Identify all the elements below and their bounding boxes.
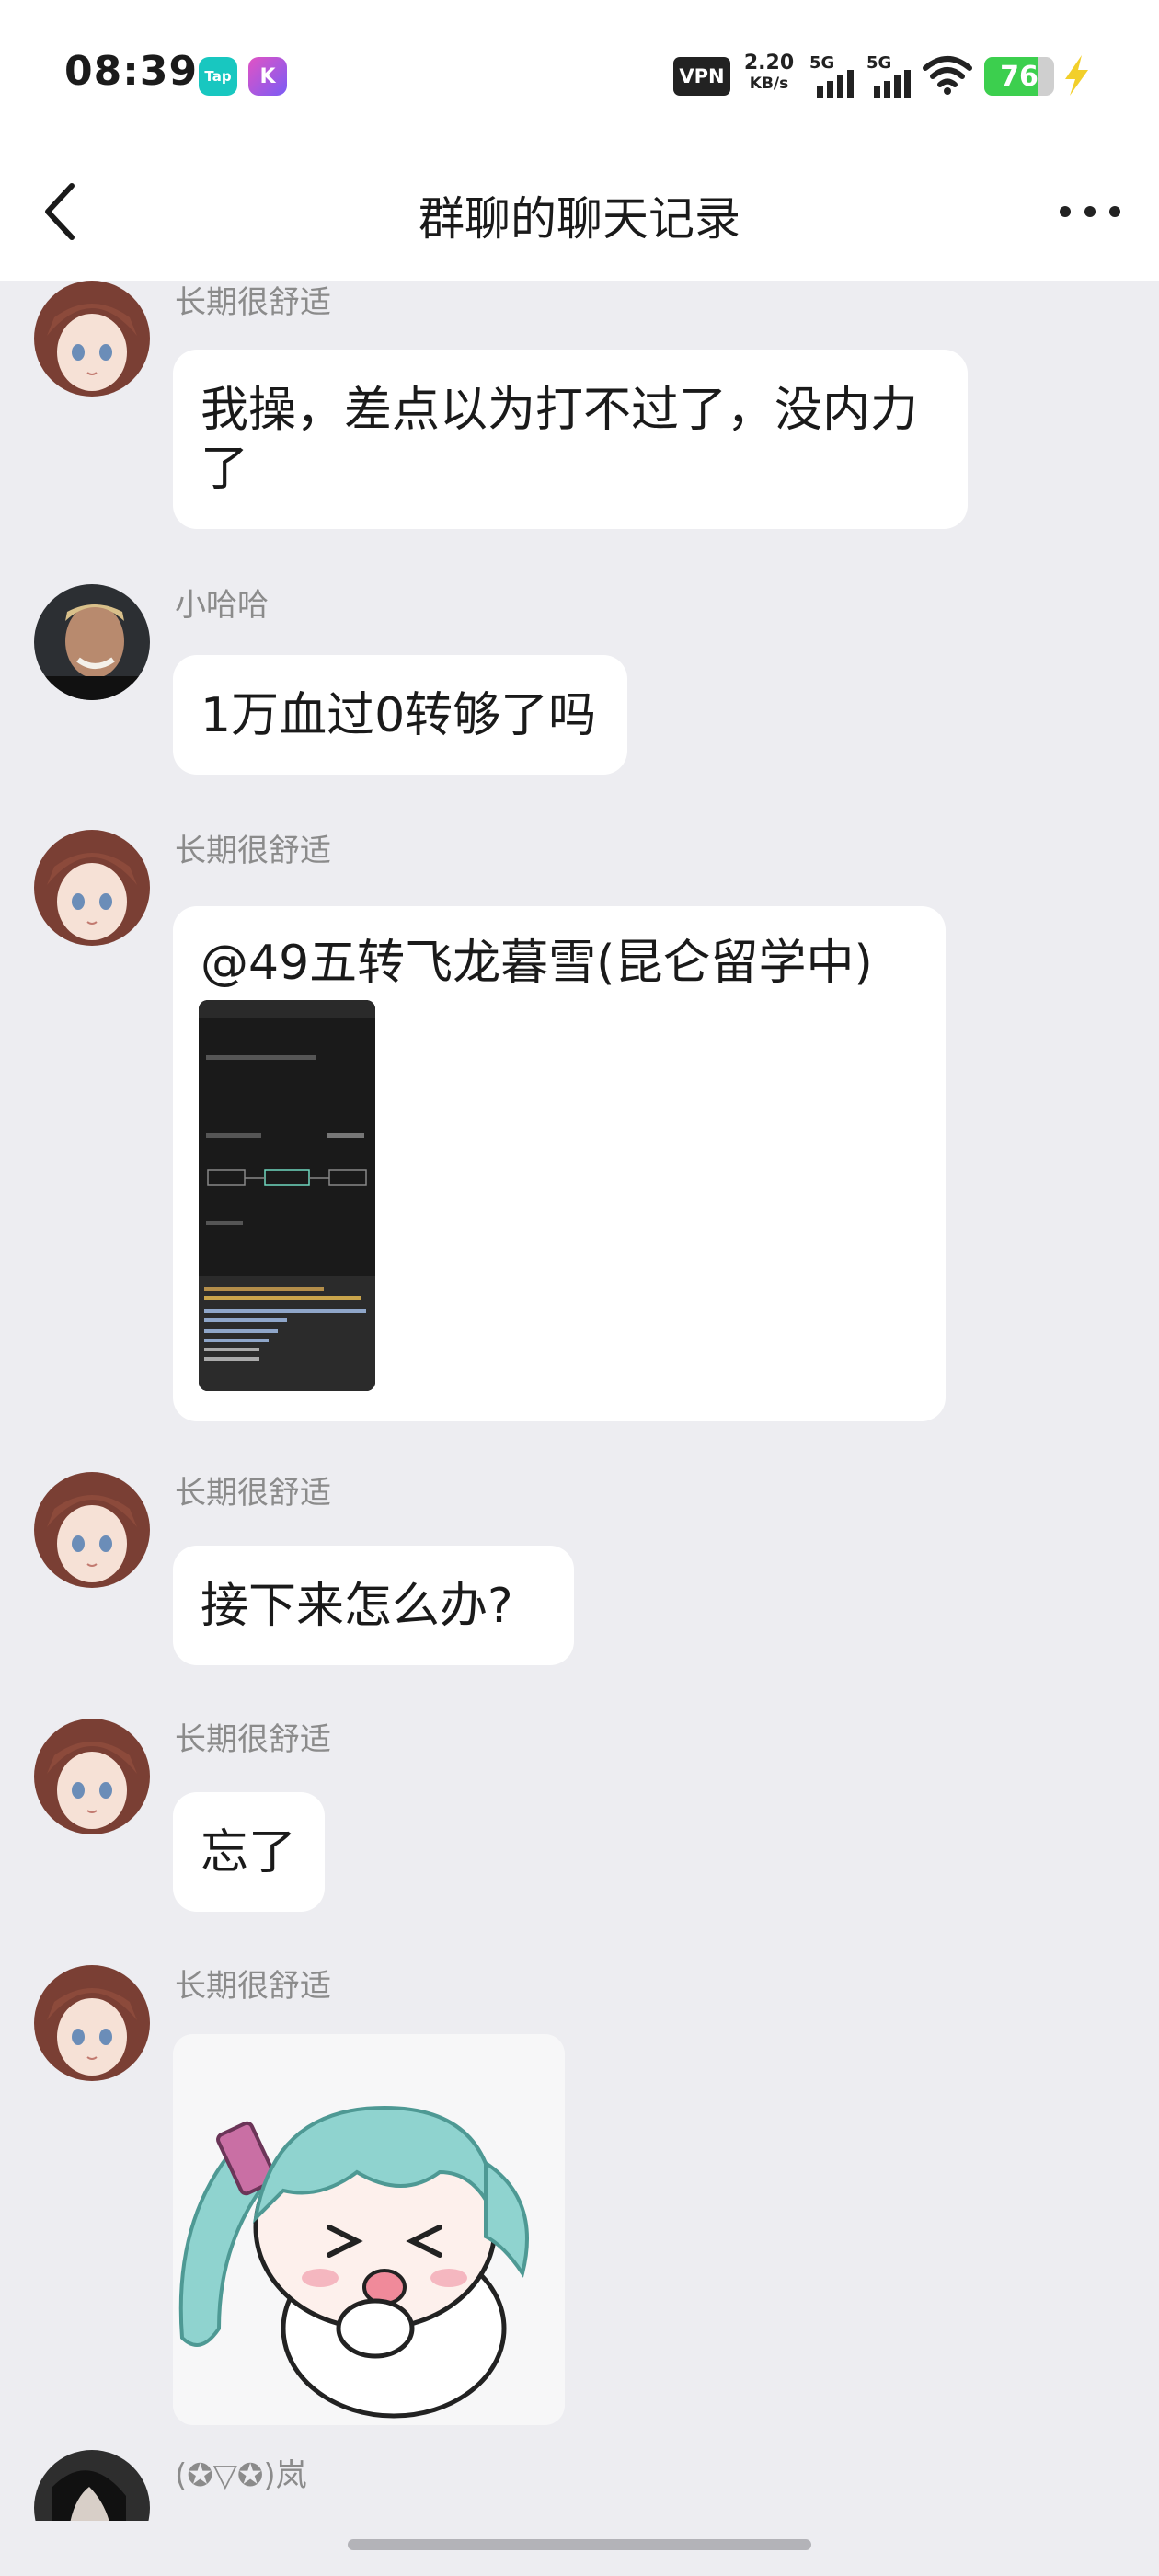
anime-sticker-teal-hair-icon [173,2034,565,2425]
avatar[interactable] [34,1472,150,1588]
avatar[interactable] [34,584,150,700]
taptap-icon: Tap [199,57,237,96]
avatar[interactable] [34,1719,150,1834]
avatar[interactable] [34,2450,150,2521]
avatar-anime-girl-icon [34,1965,150,2081]
message-bubble[interactable]: 我操，差点以为打不过了，没内力了 [173,350,968,529]
avatar[interactable] [34,281,150,397]
avatar-anime-girl-icon [34,830,150,946]
message-bubble[interactable]: 接下来怎么办? [173,1546,574,1665]
vpn-badge: VPN [673,57,730,96]
battery-level: 76 [1000,60,1039,93]
nav-bar: 群聊的聊天记录 [0,147,1159,281]
status-bar: 08:39 Tap K VPN 2.20 KB/s 5G 5G 76 [0,0,1159,147]
k-app-icon: K [248,57,287,96]
sticker-image[interactable] [173,2034,565,2425]
status-time: 08:39 [64,48,199,95]
avatar-anime-girl-icon [34,1719,150,1834]
message-bubble[interactable]: 忘了 [173,1792,325,1912]
avatar-photo-icon [34,584,150,700]
sender-name: 长期很舒适 [175,1721,331,1758]
more-dots-icon [1060,206,1120,217]
wifi-icon [923,56,972,95]
more-button[interactable] [1049,175,1131,248]
avatar[interactable] [34,1965,150,2081]
network-speed: 2.20 KB/s [740,53,798,94]
network-speed-value: 2.20 [743,52,795,75]
battery-indicator: 76 [984,57,1054,96]
sender-name: 长期很舒适 [175,284,331,321]
cellular-signal-icon: 5G [866,53,918,98]
chat-history[interactable]: 长期很舒适 我操，差点以为打不过了，没内力了 小哈哈 1万血过0转够了吗 长期很… [0,281,1159,2521]
sender-name: (✪▽✪)岚 [175,2457,307,2494]
game-screenshot-image[interactable] [199,1000,375,1391]
game-screenshot-icon [199,1000,375,1391]
avatar-anime-girl-icon [34,281,150,397]
avatar-photo-icon [34,2450,150,2521]
avatar-anime-girl-icon [34,1472,150,1588]
network-speed-unit: KB/s [749,75,789,93]
sender-name: 小哈哈 [175,587,269,624]
sender-name: 长期很舒适 [175,833,331,869]
charging-bolt-icon [1065,55,1088,96]
sender-name: 长期很舒适 [175,1968,331,2005]
page-title: 群聊的聊天记录 [419,192,740,246]
message-bubble[interactable]: 1万血过0转够了吗 [173,655,627,775]
avatar[interactable] [34,830,150,946]
mention-text: @49五转飞龙暮雪(昆仑留学中) [201,936,873,991]
back-button[interactable] [28,175,101,248]
cellular-signal-icon: 5G [809,53,861,98]
home-indicator[interactable] [348,2539,811,2550]
sender-name: 长期很舒适 [175,1475,331,1512]
chevron-left-icon [45,183,75,240]
